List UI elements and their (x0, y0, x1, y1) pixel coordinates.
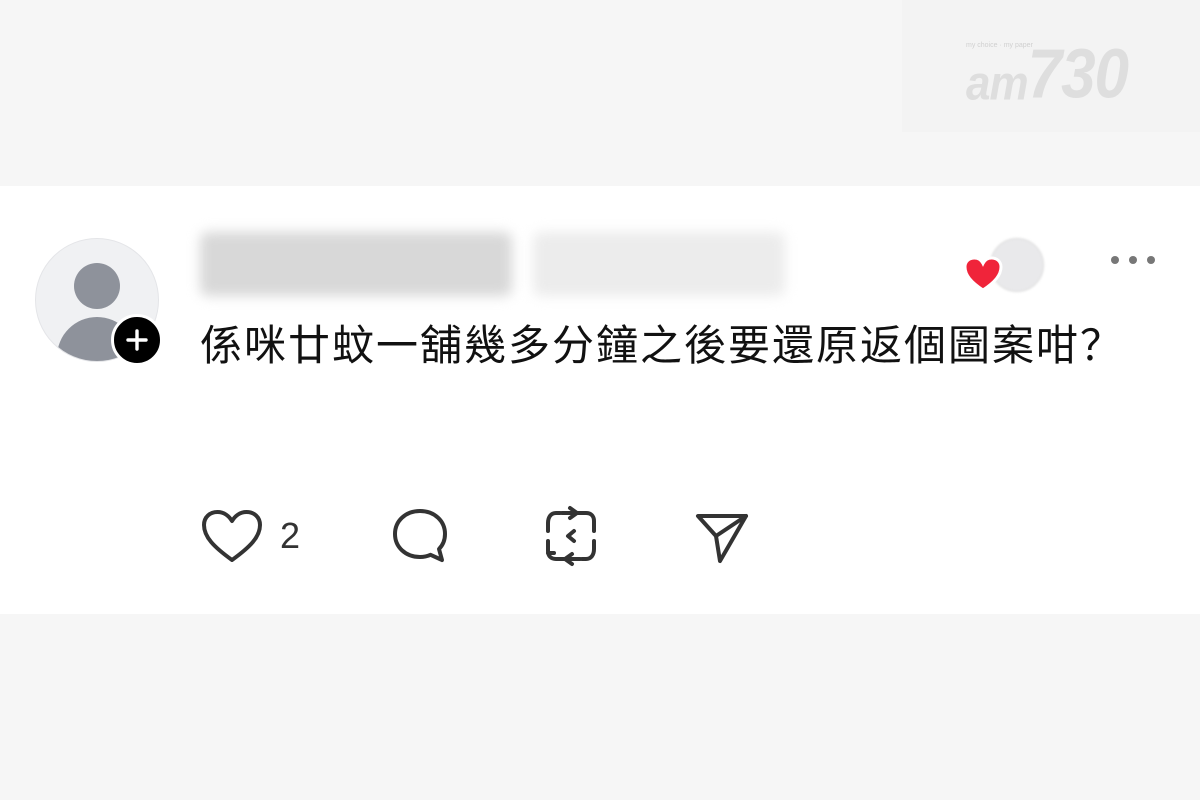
watermark-brand-letters: am (966, 56, 1029, 111)
watermark-brand-number: 730 (1027, 36, 1129, 114)
watermark-logo: am 730 (966, 34, 1129, 114)
repost-icon (546, 506, 596, 566)
comment-bubble-icon (393, 509, 447, 562)
comment-card: 係咪廿蚊一舖幾多分鐘之後要還原返個圖案咁？ 2 (0, 186, 1200, 614)
reply-button[interactable] (390, 504, 450, 568)
username-blurred[interactable] (200, 232, 512, 296)
like-count: 2 (280, 515, 301, 556)
heart-outline-icon (202, 510, 262, 562)
send-icon (696, 514, 748, 563)
repost-button[interactable] (540, 504, 602, 568)
like-button[interactable]: 2 (200, 504, 300, 568)
comment-text: 係咪廿蚊一舖幾多分鐘之後要還原返個圖案咁？ (200, 321, 1125, 370)
timestamp-blurred (533, 232, 785, 296)
more-dots-icon[interactable] (1108, 248, 1158, 272)
bottom-background (0, 614, 1200, 800)
share-button[interactable] (692, 504, 752, 568)
avatar-head-shape (74, 263, 120, 309)
follow-button[interactable] (111, 314, 163, 366)
heart-icon (963, 256, 1003, 292)
plus-icon (126, 329, 148, 351)
